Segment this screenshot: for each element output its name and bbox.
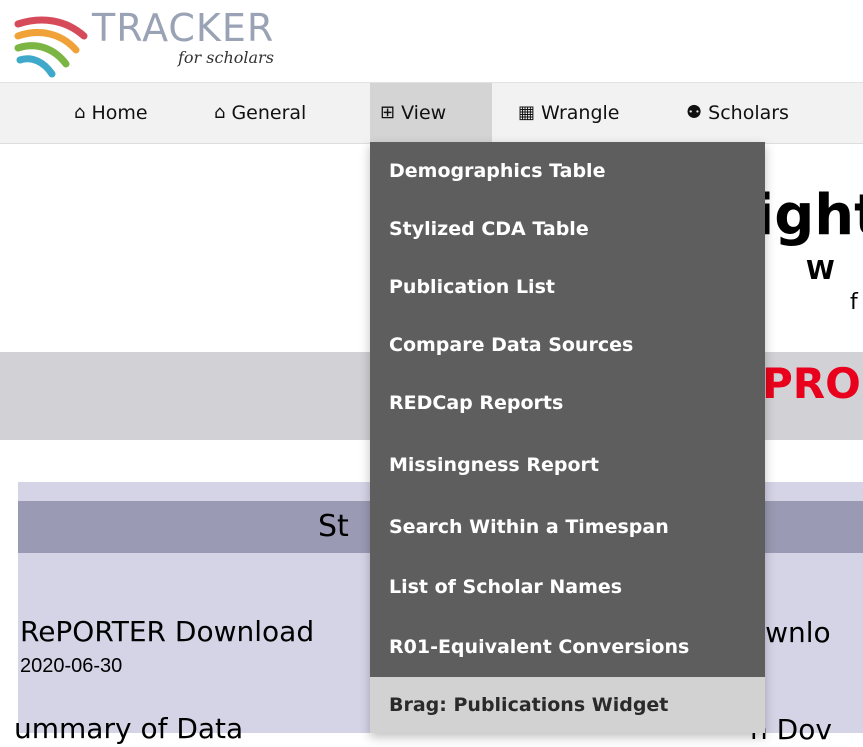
reporter-download-title: RePORTER Download [20, 615, 315, 648]
production-label: PRO [762, 359, 861, 408]
menu-item-search-within-timespan[interactable]: Search Within a Timespan [370, 498, 765, 556]
menu-item-stylized-cda-table[interactable]: Stylized CDA Table [370, 200, 765, 258]
table-icon: ⊞ [380, 102, 396, 123]
nav-general[interactable]: ⌂ General [204, 83, 316, 143]
tracker-logo[interactable]: TRACKER for scholars [14, 6, 294, 78]
page-title: ight [755, 183, 863, 248]
menu-item-compare-data-sources[interactable]: Compare Data Sources [370, 316, 765, 374]
menu-item-brag-publications-widget[interactable]: Brag: Publications Widget [370, 677, 765, 733]
nav-home[interactable]: ⌂ Home [64, 83, 158, 143]
menu-item-list-of-scholar-names[interactable]: List of Scholar Names [370, 558, 765, 616]
nav-home-label: Home [91, 102, 148, 124]
home-icon: ⌂ [74, 102, 86, 123]
menu-item-publication-list[interactable]: Publication List [370, 258, 765, 316]
stats-panel-title: St [318, 509, 349, 544]
main-navbar: ⌂ Home ⌂ General ⊞ View ▦ Wrangle ⚉ Scho… [0, 82, 863, 144]
view-dropdown-menu: Demographics Table Stylized CDA Table Pu… [370, 142, 765, 733]
menu-item-redcap-reports[interactable]: REDCap Reports [370, 374, 765, 432]
logo-wordmark: TRACKER [92, 6, 275, 50]
nav-view-label: View [401, 102, 447, 124]
nav-general-label: General [231, 102, 307, 124]
summary-of-data-title: ummary of Data [14, 712, 244, 745]
reporter-download-date: 2020-06-30 [20, 655, 123, 677]
menu-item-r01-equivalent-conversions[interactable]: R01-Equivalent Conversions [370, 618, 765, 676]
general-home-icon: ⌂ [214, 102, 226, 123]
calculator-icon: ▦ [518, 102, 536, 123]
logo-tagline: for scholars [178, 48, 274, 67]
nav-scholars[interactable]: ⚉ Scholars [676, 83, 799, 143]
menu-item-missingness-report[interactable]: Missingness Report [370, 436, 765, 494]
menu-item-demographics-table[interactable]: Demographics Table [370, 142, 765, 200]
logo-swoosh-icon [14, 16, 88, 78]
nav-scholars-label: Scholars [708, 102, 789, 124]
people-icon: ⚉ [686, 102, 703, 123]
nav-wrangle-label: Wrangle [541, 102, 620, 124]
page-subtitle: W [806, 256, 835, 286]
nav-wrangle[interactable]: ▦ Wrangle [508, 83, 629, 143]
page-subtitle-small: f [850, 290, 858, 315]
nav-view[interactable]: ⊞ View [370, 83, 492, 143]
